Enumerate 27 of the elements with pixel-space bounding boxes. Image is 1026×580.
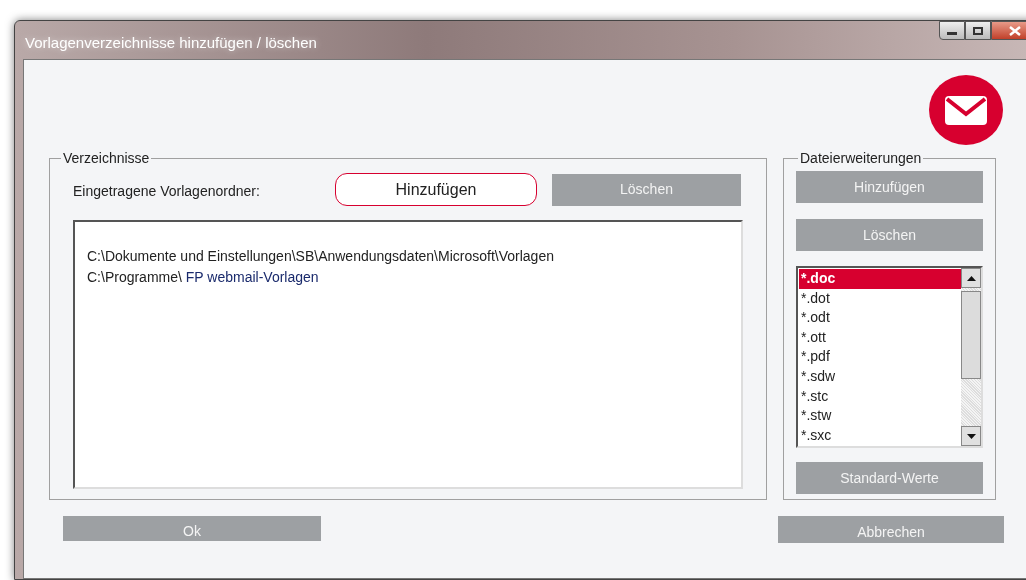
extension-item[interactable]: *.pdf: [799, 347, 961, 367]
folder-path[interactable]: C:\Programme\ FP webmail-Vorlagen: [87, 267, 741, 288]
scroll-down-button[interactable]: [961, 426, 981, 446]
extension-item[interactable]: *.ott: [799, 327, 961, 348]
extension-item[interactable]: *.doc: [799, 269, 961, 289]
extension-item[interactable]: *.sxc: [799, 425, 961, 446]
window-title: Vorlagenverzeichnisse hinzufügen / löschen: [25, 33, 317, 53]
group-legend: Verzeichnisse: [61, 148, 152, 169]
scrollbar[interactable]: [961, 268, 981, 446]
scroll-up-button[interactable]: [961, 268, 981, 288]
extension-item[interactable]: *.stw: [799, 406, 961, 426]
extension-item[interactable]: *.odt: [799, 308, 961, 328]
envelope-icon: [928, 74, 1004, 146]
close-icon: [1009, 25, 1021, 36]
scroll-thumb[interactable]: [961, 291, 981, 379]
close-button[interactable]: [991, 21, 1026, 40]
minimize-button[interactable]: [939, 21, 965, 40]
extension-item[interactable]: *.stc: [799, 386, 961, 407]
up-arrow-icon: [966, 275, 976, 281]
group-legend: Dateierweiterungen: [798, 148, 924, 169]
down-arrow-icon: [966, 433, 976, 439]
folder-path[interactable]: C:\Dokumente und Einstellungen\SB\Anwendungsdaten\Microsoft\Vorlagen: [87, 246, 741, 267]
extension-item[interactable]: *.sdw: [799, 366, 961, 387]
add-button[interactable]: Hinzufügen: [335, 173, 537, 206]
maximize-button[interactable]: [965, 21, 991, 40]
extension-item[interactable]: *.dot: [799, 288, 961, 309]
folder-list-label: Eingetragene Vorlagenordner:: [73, 182, 261, 201]
